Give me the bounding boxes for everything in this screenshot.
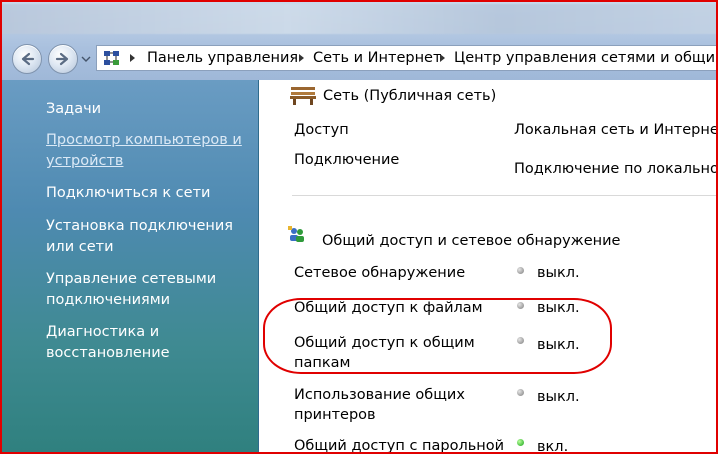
breadcrumb-separator-icon: [130, 54, 135, 62]
sharing-icon: [288, 226, 304, 242]
back-arrow-icon: [21, 52, 35, 66]
breadcrumb-control-panel[interactable]: Панель управления: [147, 50, 298, 66]
connection-label: Подключение: [294, 152, 400, 168]
access-label: Доступ: [294, 122, 349, 138]
network-center-icon: [104, 51, 119, 65]
status-off-icon: [517, 389, 524, 396]
access-value: Локальная сеть и Интернет: [514, 122, 718, 138]
breadcrumb-separator-icon: [299, 54, 304, 62]
window-frame: Панель управления Сеть и Интернет Центр …: [0, 0, 718, 454]
tasks-pane: Задачи Просмотр компьютеров и устройств …: [2, 80, 259, 452]
network-discovery-state: выкл.: [537, 265, 580, 281]
title-bar: Панель управления Сеть и Интернет Центр …: [2, 2, 716, 80]
back-button[interactable]: [12, 44, 42, 74]
tasks-heading: Задачи: [46, 101, 102, 117]
breadcrumb-separator-icon: [440, 54, 445, 62]
forward-button[interactable]: [48, 44, 78, 74]
status-off-icon: [517, 267, 524, 274]
network-discovery-label: Сетевое обнаружение: [294, 265, 466, 281]
password-sharing-label: Общий доступ с парольной: [294, 438, 505, 454]
blurred-title-strip: [2, 4, 716, 34]
task-manage-connections[interactable]: Управление сетевыми подключениями: [46, 269, 226, 311]
printer-sharing-label: Использование общих принтеров: [294, 387, 465, 423]
task-connect-network[interactable]: Подключиться к сети: [46, 183, 210, 204]
forward-arrow-icon: [55, 52, 69, 66]
status-on-icon: [517, 439, 524, 446]
breadcrumb-network-center[interactable]: Центр управления сетями и общим до: [454, 50, 716, 66]
section-divider: [292, 195, 716, 196]
sharing-title: Общий доступ и сетевое обнаружение: [322, 233, 621, 249]
task-view-computers[interactable]: Просмотр компьютеров и устройств: [46, 130, 246, 172]
password-sharing-state: вкл.: [537, 439, 569, 454]
history-dropdown-icon[interactable]: [81, 55, 91, 63]
bench-icon: [290, 87, 316, 105]
annotation-ellipse: [263, 298, 612, 374]
task-setup-connection[interactable]: Установка подключения или сети: [46, 216, 256, 258]
network-title: Сеть (Публичная сеть): [323, 88, 497, 104]
address-bar[interactable]: Панель управления Сеть и Интернет Центр …: [96, 45, 716, 71]
printer-sharing-state: выкл.: [537, 389, 580, 405]
breadcrumb-network-internet[interactable]: Сеть и Интернет: [313, 50, 441, 66]
task-diagnose-repair[interactable]: Диагностика и восстановление: [46, 322, 196, 364]
connection-value[interactable]: Подключение по локальной с: [514, 159, 716, 179]
